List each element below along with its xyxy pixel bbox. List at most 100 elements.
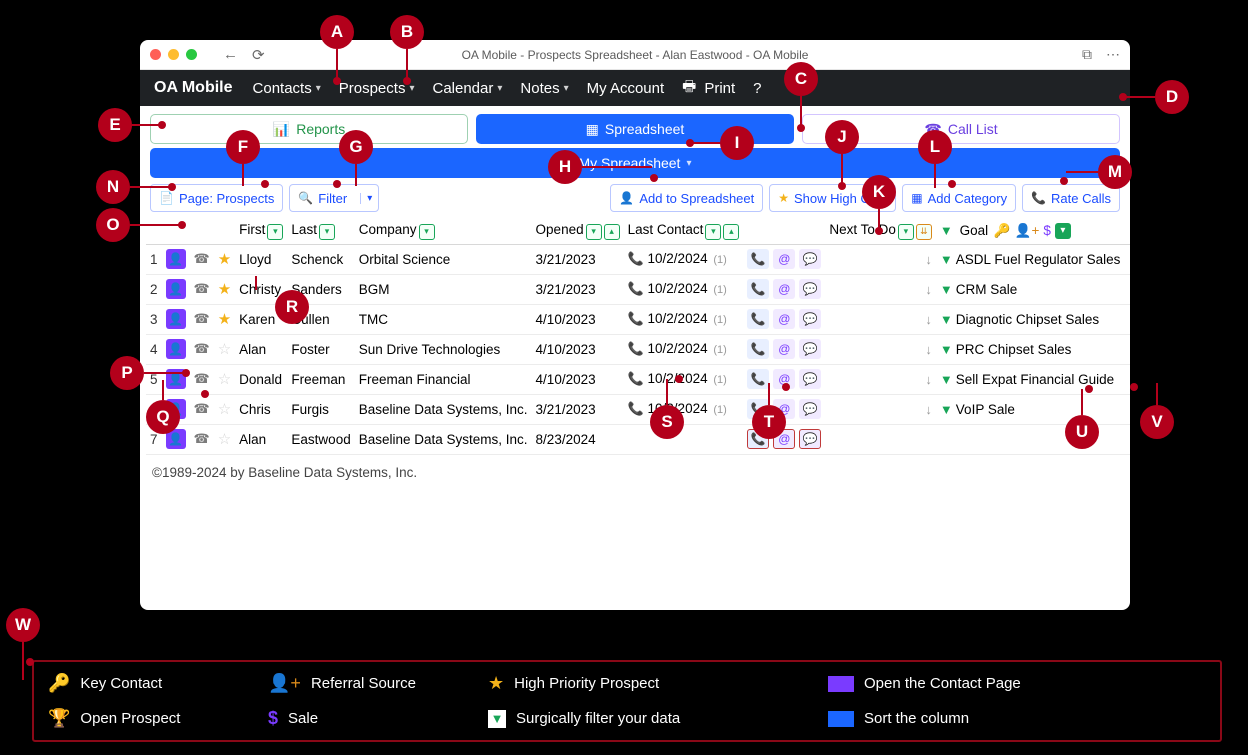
note-icon[interactable]: 🗎 xyxy=(1128,341,1130,355)
window-title: OA Mobile - Prospects Spreadsheet - Alan… xyxy=(140,48,1130,62)
row-number: 1 xyxy=(146,244,162,274)
tab-reports[interactable]: 📊Reports xyxy=(150,114,468,144)
menu-contacts[interactable]: Contacts▾ xyxy=(247,80,327,97)
arrow-down-icon[interactable]: ↓ xyxy=(925,282,932,297)
phone-icon[interactable]: ☎ xyxy=(194,311,210,327)
star-icon[interactable]: ☆ xyxy=(218,401,231,418)
phone-icon[interactable]: ☎ xyxy=(194,401,210,417)
legend-sort: Sort the column xyxy=(864,710,969,727)
message-action[interactable]: 💬 xyxy=(799,309,821,329)
phone-icon[interactable]: ☎ xyxy=(194,251,210,267)
arrow-down-icon[interactable]: ↓ xyxy=(925,342,932,357)
message-action[interactable]: 💬 xyxy=(799,339,821,359)
contact-badge[interactable]: 👤 xyxy=(166,249,186,269)
sort-contact-desc[interactable]: ▾ xyxy=(705,224,721,240)
menu-help[interactable]: ? xyxy=(747,80,767,97)
cell-opened: 3/21/2023 xyxy=(532,274,624,304)
minimize-window-icon[interactable] xyxy=(168,49,179,60)
zoom-window-icon[interactable] xyxy=(186,49,197,60)
dollar-icon[interactable]: $ xyxy=(1043,223,1051,238)
phone-icon[interactable]: ☎ xyxy=(194,341,210,357)
funnel-filter-icon[interactable]: ▾ xyxy=(1055,223,1071,239)
more-icon[interactable]: ⋯ xyxy=(1106,46,1120,63)
arrow-down-icon[interactable]: ↓ xyxy=(925,372,932,387)
add-category-button[interactable]: ▦Add Category xyxy=(902,184,1016,212)
row-number: 5 xyxy=(146,364,162,394)
sort-opened-asc[interactable]: ▴ xyxy=(604,224,620,240)
menu-account[interactable]: My Account xyxy=(581,80,671,97)
note-icon[interactable]: 🗎 xyxy=(1128,431,1130,445)
star-icon[interactable]: ☆ xyxy=(218,431,231,448)
funnel-icon: ▼ xyxy=(940,282,953,297)
sort-contact-asc[interactable]: ▴ xyxy=(723,224,739,240)
view-tabs: 📊Reports ▦Spreadsheet ☎Call List xyxy=(140,106,1130,148)
phone-icon[interactable]: ☎ xyxy=(194,371,210,387)
arrow-down-icon[interactable]: ↓ xyxy=(925,252,932,267)
note-icon[interactable]: 🗎 xyxy=(1128,251,1130,265)
star-icon[interactable]: ★ xyxy=(218,311,231,328)
legend: 🔑Key Contact 👤+Referral Source ★High Pri… xyxy=(32,660,1222,742)
cast-icon[interactable]: ⧉ xyxy=(1082,46,1092,63)
call-action[interactable]: 📞 xyxy=(747,249,769,269)
sort-company[interactable]: ▾ xyxy=(419,224,435,240)
row-number: 4 xyxy=(146,334,162,364)
menu-notes[interactable]: Notes▾ xyxy=(514,80,574,97)
email-action[interactable]: @ xyxy=(773,309,795,329)
note-icon[interactable]: 🗎 xyxy=(1128,311,1130,325)
back-icon[interactable]: ← xyxy=(223,46,238,63)
message-action[interactable]: 💬 xyxy=(799,369,821,389)
menu-print[interactable]: 🖶Print xyxy=(676,76,741,101)
call-action[interactable]: 📞 xyxy=(747,309,769,329)
message-action[interactable]: 💬 xyxy=(799,429,821,449)
phone-icon[interactable]: ☎ xyxy=(194,431,210,447)
contact-badge[interactable]: 👤 xyxy=(166,339,186,359)
cell-opened: 3/21/2023 xyxy=(532,394,624,424)
phone-icon[interactable]: ☎ xyxy=(194,281,210,297)
person-add-icon: 👤+ xyxy=(268,673,301,694)
star-icon[interactable]: ☆ xyxy=(218,371,231,388)
sort-opened-desc[interactable]: ▾ xyxy=(586,224,602,240)
arrow-down-icon[interactable]: ↓ xyxy=(925,402,932,417)
add-to-spreadsheet-button[interactable]: 👤Add to Spreadsheet xyxy=(610,184,763,212)
cell-lastcontact: 📞 10/2/2024 (1) xyxy=(624,334,744,364)
star-icon[interactable]: ★ xyxy=(218,281,231,298)
cell-opened: 4/10/2023 xyxy=(532,304,624,334)
cell-last: Freeman xyxy=(287,364,354,394)
note-icon[interactable]: 🗎 xyxy=(1128,371,1130,385)
person-add-icon: 👤 xyxy=(619,191,634,205)
arrow-down-icon[interactable]: ↓ xyxy=(925,312,932,327)
printer-icon: 🖶 xyxy=(682,76,696,101)
filter-button[interactable]: 🔍Filter ▾ xyxy=(289,184,379,212)
cell-first: Lloyd xyxy=(235,244,287,274)
person-add-icon[interactable]: 👤+ xyxy=(1015,223,1040,239)
contact-badge[interactable]: 👤 xyxy=(166,279,186,299)
funnel-icon[interactable]: ▼ xyxy=(940,223,953,238)
email-action[interactable]: @ xyxy=(773,339,795,359)
call-action[interactable]: 📞 xyxy=(747,369,769,389)
star-icon[interactable]: ☆ xyxy=(218,341,231,358)
message-action[interactable]: 💬 xyxy=(799,249,821,269)
sheet-selector[interactable]: My Spreadsheet▾ xyxy=(150,148,1120,178)
close-window-icon[interactable] xyxy=(150,49,161,60)
sort-todo-desc[interactable]: ▾ xyxy=(898,224,914,240)
menu-calendar[interactable]: Calendar▾ xyxy=(426,80,508,97)
star-icon[interactable]: ★ xyxy=(218,251,231,268)
call-action[interactable]: 📞 xyxy=(747,339,769,359)
col-opened: Opened xyxy=(536,222,584,237)
chevron-down-icon[interactable]: ▾ xyxy=(360,193,378,204)
message-action[interactable]: 💬 xyxy=(799,279,821,299)
message-action[interactable]: 💬 xyxy=(799,399,821,419)
note-icon[interactable]: 🗎 xyxy=(1128,281,1130,295)
note-icon[interactable]: 🗎 xyxy=(1128,401,1130,415)
key-icon[interactable]: 🔑 xyxy=(994,223,1011,239)
annotation-B: B xyxy=(390,15,424,49)
email-action[interactable]: @ xyxy=(773,249,795,269)
sort-todo-alt[interactable]: ⇊ xyxy=(916,224,932,240)
window-controls[interactable] xyxy=(150,49,197,60)
reload-icon[interactable]: ⟳ xyxy=(252,46,265,64)
contact-badge[interactable]: 👤 xyxy=(166,309,186,329)
email-action[interactable]: @ xyxy=(773,279,795,299)
sort-first[interactable]: ▾ xyxy=(267,224,283,240)
sort-last[interactable]: ▾ xyxy=(319,224,335,240)
call-action[interactable]: 📞 xyxy=(747,279,769,299)
